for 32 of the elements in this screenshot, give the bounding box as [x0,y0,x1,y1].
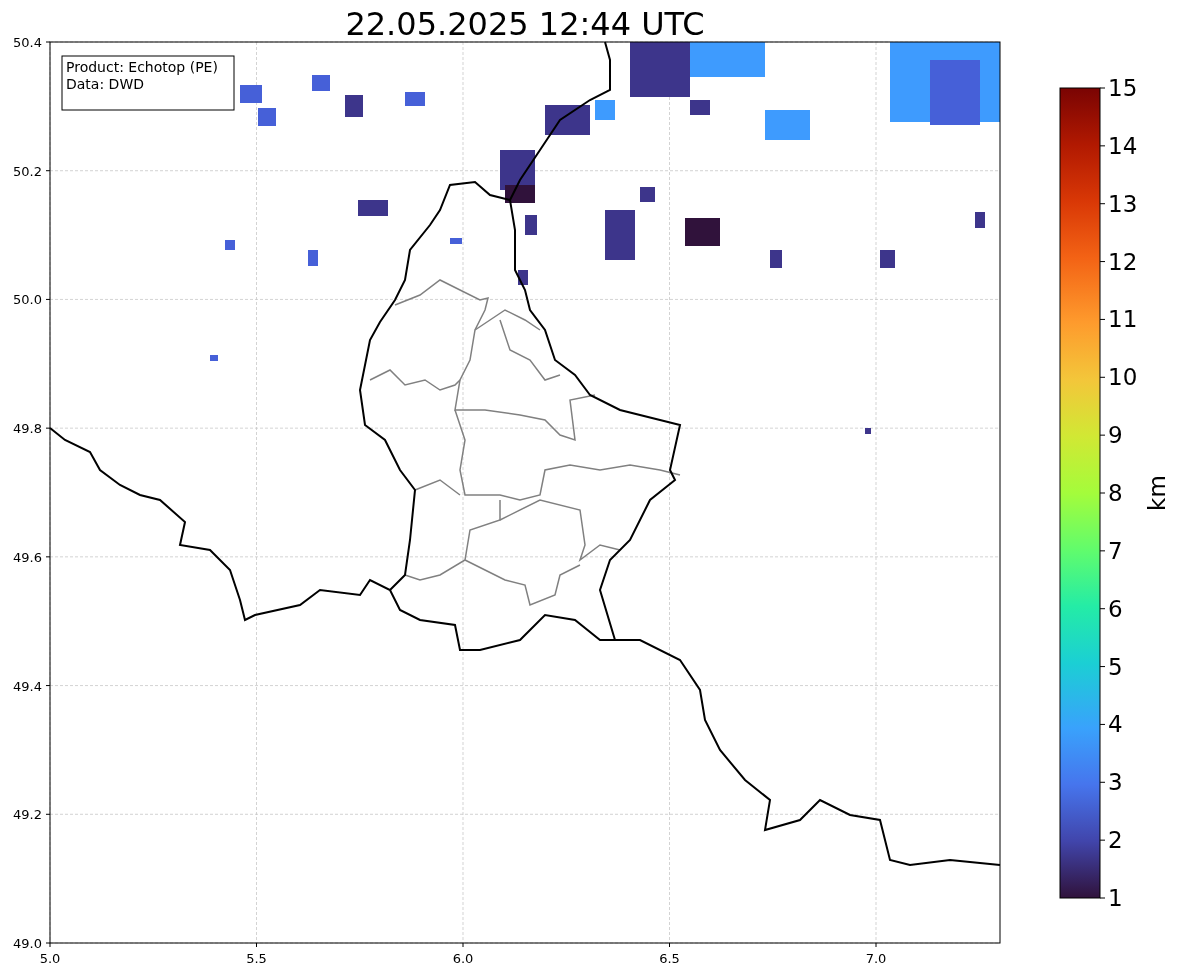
chart-title: 22.05.2025 12:44 UTC [345,5,705,43]
colorbar-tick-label: 1 [1108,885,1123,911]
colorbar-tick-label: 7 [1108,537,1123,564]
y-tick-label: 49.0 [13,936,42,951]
x-tick-label: 6.0 [452,951,474,966]
x-tick-label: 7.0 [865,951,887,966]
colorbar-tick-label: 4 [1108,711,1123,738]
y-tick-label: 49.6 [13,549,42,565]
colorbar-tick-label: 9 [1108,422,1123,449]
colorbar-tick-label: 10 [1108,364,1138,391]
colorbar-tick-label: 2 [1108,827,1123,854]
x-tick-label: 5.0 [39,951,61,966]
y-tick-label: 50.2 [13,163,42,179]
colorbar-tick-label: 3 [1108,769,1123,796]
legend-text: Product: Echotop (PE) [66,59,218,75]
y-tick-label: 49.8 [13,421,42,437]
x-tick-label: 5.5 [246,951,267,966]
colorbar-tick-label: 11 [1108,306,1138,333]
colorbar-tick-label: 14 [1108,132,1138,159]
colorbar-tick-label: 15 [1108,75,1138,101]
colorbar-tick-label: 6 [1108,595,1123,622]
colorbar-tick-label: 13 [1108,190,1138,217]
colorbar-tick-label: 5 [1108,653,1123,680]
legend-text: Data: DWD [66,76,144,92]
colorbar-tick-label: 12 [1108,248,1138,275]
y-tick-label: 50.0 [13,292,42,308]
colorbar-label: km [1144,475,1170,511]
y-tick-label: 49.2 [13,807,42,823]
y-tick-label: 50.4 [13,35,42,50]
y-tick-label: 49.4 [13,678,42,694]
x-tick-label: 6.5 [659,951,680,966]
colorbar-tick-label: 8 [1108,480,1123,506]
